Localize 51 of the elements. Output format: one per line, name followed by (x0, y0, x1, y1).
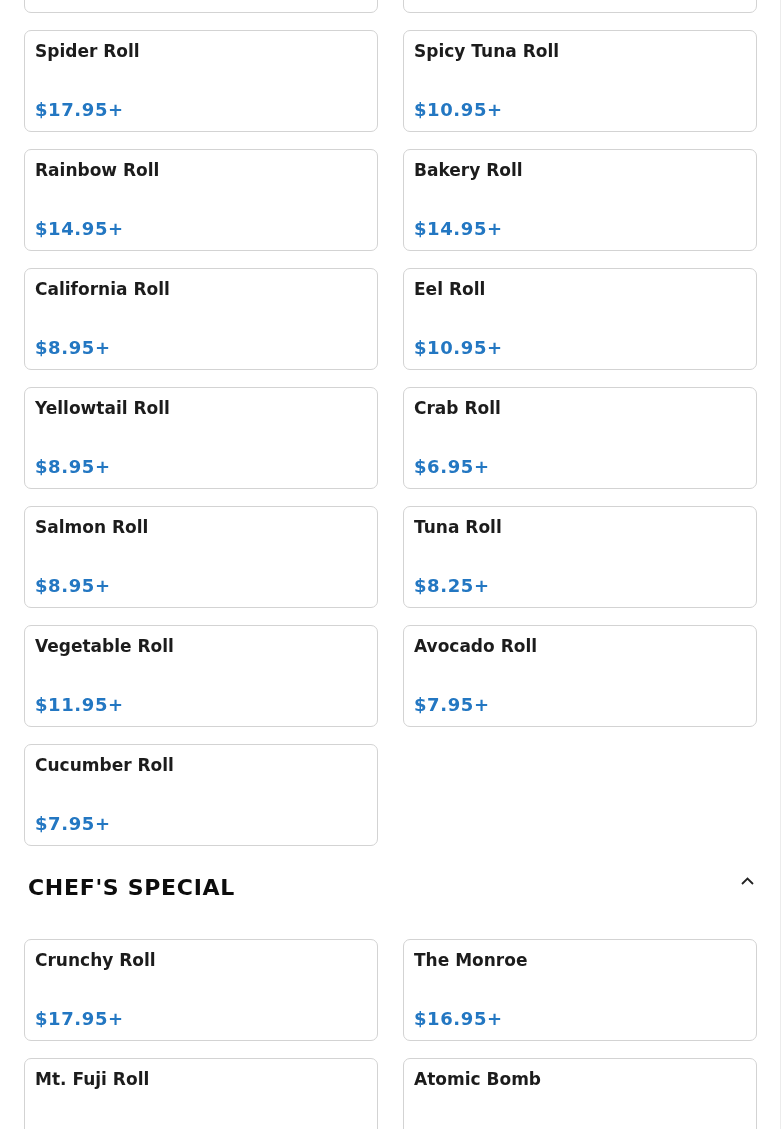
item-price: $8.95+ (35, 575, 111, 597)
menu-item-card[interactable]: Vegetable Roll $11.95+ (24, 625, 378, 727)
menu-item-card[interactable]: Crab Roll $6.95+ (403, 387, 757, 489)
item-name: Crunchy Roll (35, 949, 156, 971)
item-price: $11.95+ (35, 694, 124, 716)
item-price: $14.95+ (35, 218, 124, 240)
item-price: $8.95+ (35, 456, 111, 478)
menu-item-card[interactable]: Salmon Roll $8.95+ (24, 506, 378, 608)
item-price: $17.95+ (35, 1008, 124, 1030)
menu-item-card[interactable]: Tuna Roll $8.25+ (403, 506, 757, 608)
item-name: Spider Roll (35, 40, 140, 62)
menu-item-card[interactable]: Spicy Tuna Roll $10.95+ (403, 30, 757, 132)
menu-item-card[interactable]: Yellowtail Roll $8.95+ (24, 387, 378, 489)
menu-item-card[interactable]: The Monroe $16.95+ (403, 939, 757, 1041)
item-price: $16.95+ (414, 1008, 503, 1030)
item-price: $17.95+ (35, 99, 124, 121)
menu-item-card[interactable]: Crunchy Roll $17.95+ (24, 939, 378, 1041)
item-name: Spicy Tuna Roll (414, 40, 560, 62)
chevron-up-icon[interactable] (741, 877, 754, 885)
menu-item-card[interactable]: Spider Roll $17.95+ (24, 30, 378, 132)
item-price: $10.95+ (414, 337, 503, 359)
menu-item-card[interactable]: Atomic Bomb (403, 1058, 757, 1129)
item-price: $7.95+ (35, 813, 111, 835)
item-name: Rainbow Roll (35, 159, 160, 181)
menu-item-card[interactable]: Cucumber Roll $7.95+ (24, 744, 378, 846)
item-name: Atomic Bomb (414, 1068, 542, 1090)
section-title: CHEF'S SPECIAL (28, 874, 236, 902)
item-price: $8.95+ (35, 337, 111, 359)
item-name: Bakery Roll (414, 159, 523, 181)
item-name: Mt. Fuji Roll (35, 1068, 150, 1090)
item-name: Avocado Roll (414, 635, 538, 657)
item-name: Crab Roll (414, 397, 501, 419)
item-name: Salmon Roll (35, 516, 149, 538)
item-price: $14.95+ (414, 218, 503, 240)
menu-item-card[interactable]: Avocado Roll $7.95+ (403, 625, 757, 727)
item-name: Eel Roll (414, 278, 486, 300)
item-name: Tuna Roll (414, 516, 502, 538)
item-price: $7.95+ (414, 694, 490, 716)
item-name: Yellowtail Roll (35, 397, 170, 419)
menu-item-card[interactable]: Bakery Roll $14.95+ (403, 149, 757, 251)
item-price: $8.25+ (414, 575, 490, 597)
item-name: The Monroe (414, 949, 528, 971)
item-name: Vegetable Roll (35, 635, 174, 657)
item-price: $10.95+ (414, 99, 503, 121)
item-name: Cucumber Roll (35, 754, 174, 776)
menu-item-card[interactable]: California Roll $8.95+ (24, 268, 378, 370)
item-price: $6.95+ (414, 456, 490, 478)
item-name: California Roll (35, 278, 170, 300)
menu-item-card[interactable]: Eel Roll $10.95+ (403, 268, 757, 370)
menu-item-card[interactable]: Mt. Fuji Roll (24, 1058, 378, 1129)
menu-item-card[interactable]: Rainbow Roll $14.95+ (24, 149, 378, 251)
